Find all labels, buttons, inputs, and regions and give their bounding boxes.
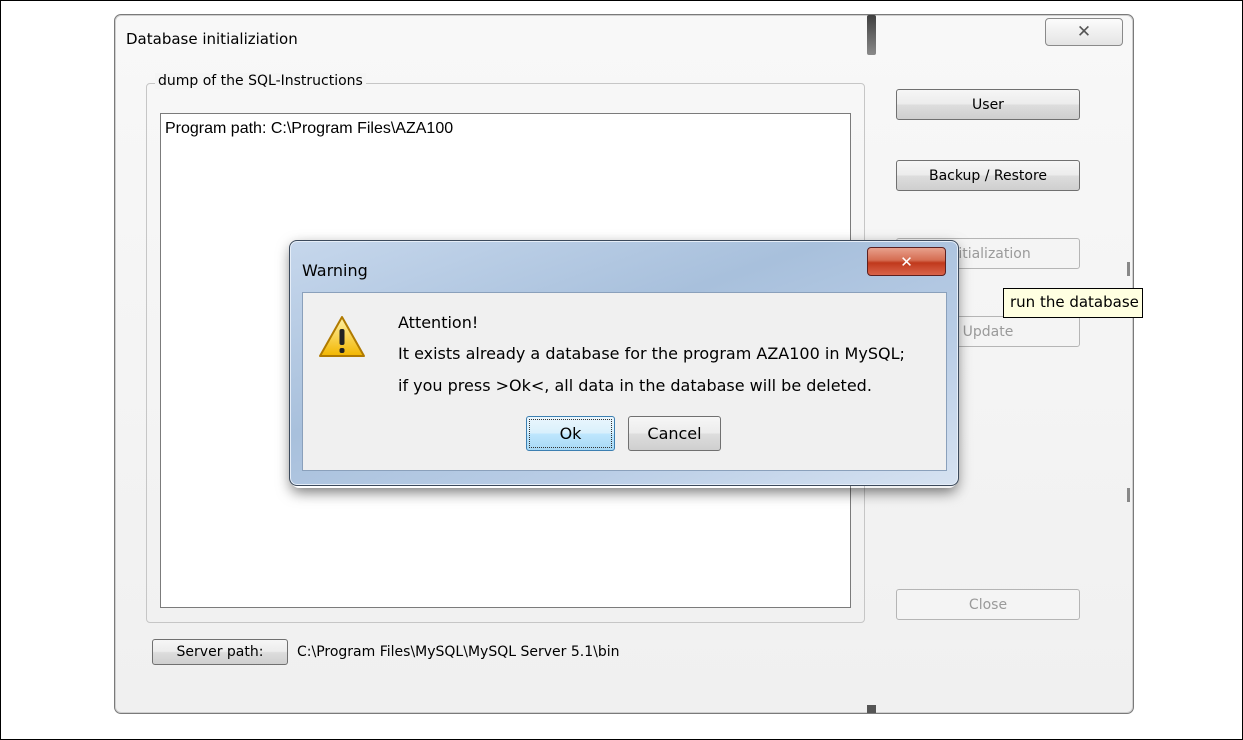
- sql-dump-group-label: dump of the SQL-Instructions: [155, 73, 366, 89]
- window-edge-artifact: [867, 705, 876, 713]
- window-edge-artifact: [867, 15, 876, 55]
- window-edge-artifact: [1127, 262, 1130, 276]
- warning-heading: Attention!: [398, 313, 479, 332]
- window-edge-artifact: [1127, 488, 1130, 502]
- sql-output-line: Program path: C:\Program Files\AZA100: [165, 120, 454, 137]
- backup-restore-button[interactable]: Backup / Restore: [896, 160, 1080, 191]
- ok-button[interactable]: Ok: [526, 416, 615, 451]
- initialization-tooltip: run the database: [1003, 288, 1143, 318]
- window-close-button[interactable]: ✕: [1045, 18, 1123, 46]
- window-title: Database initializiation: [126, 30, 298, 48]
- close-icon: ✕: [900, 252, 913, 271]
- server-path-value: C:\Program Files\MySQL\MySQL Server 5.1\…: [297, 644, 620, 660]
- close-icon: ✕: [1076, 22, 1092, 42]
- server-path-button[interactable]: Server path:: [152, 639, 288, 665]
- warning-icon: [319, 316, 365, 357]
- user-button[interactable]: User: [896, 89, 1080, 120]
- cancel-button[interactable]: Cancel: [628, 416, 721, 451]
- close-button[interactable]: Close: [896, 589, 1080, 620]
- warning-close-button[interactable]: ✕: [867, 247, 946, 276]
- warning-message-line: It exists already a database for the pro…: [398, 344, 905, 363]
- warning-message-line: if you press >Ok<, all data in the datab…: [398, 376, 872, 395]
- warning-dialog-title: Warning: [302, 261, 368, 280]
